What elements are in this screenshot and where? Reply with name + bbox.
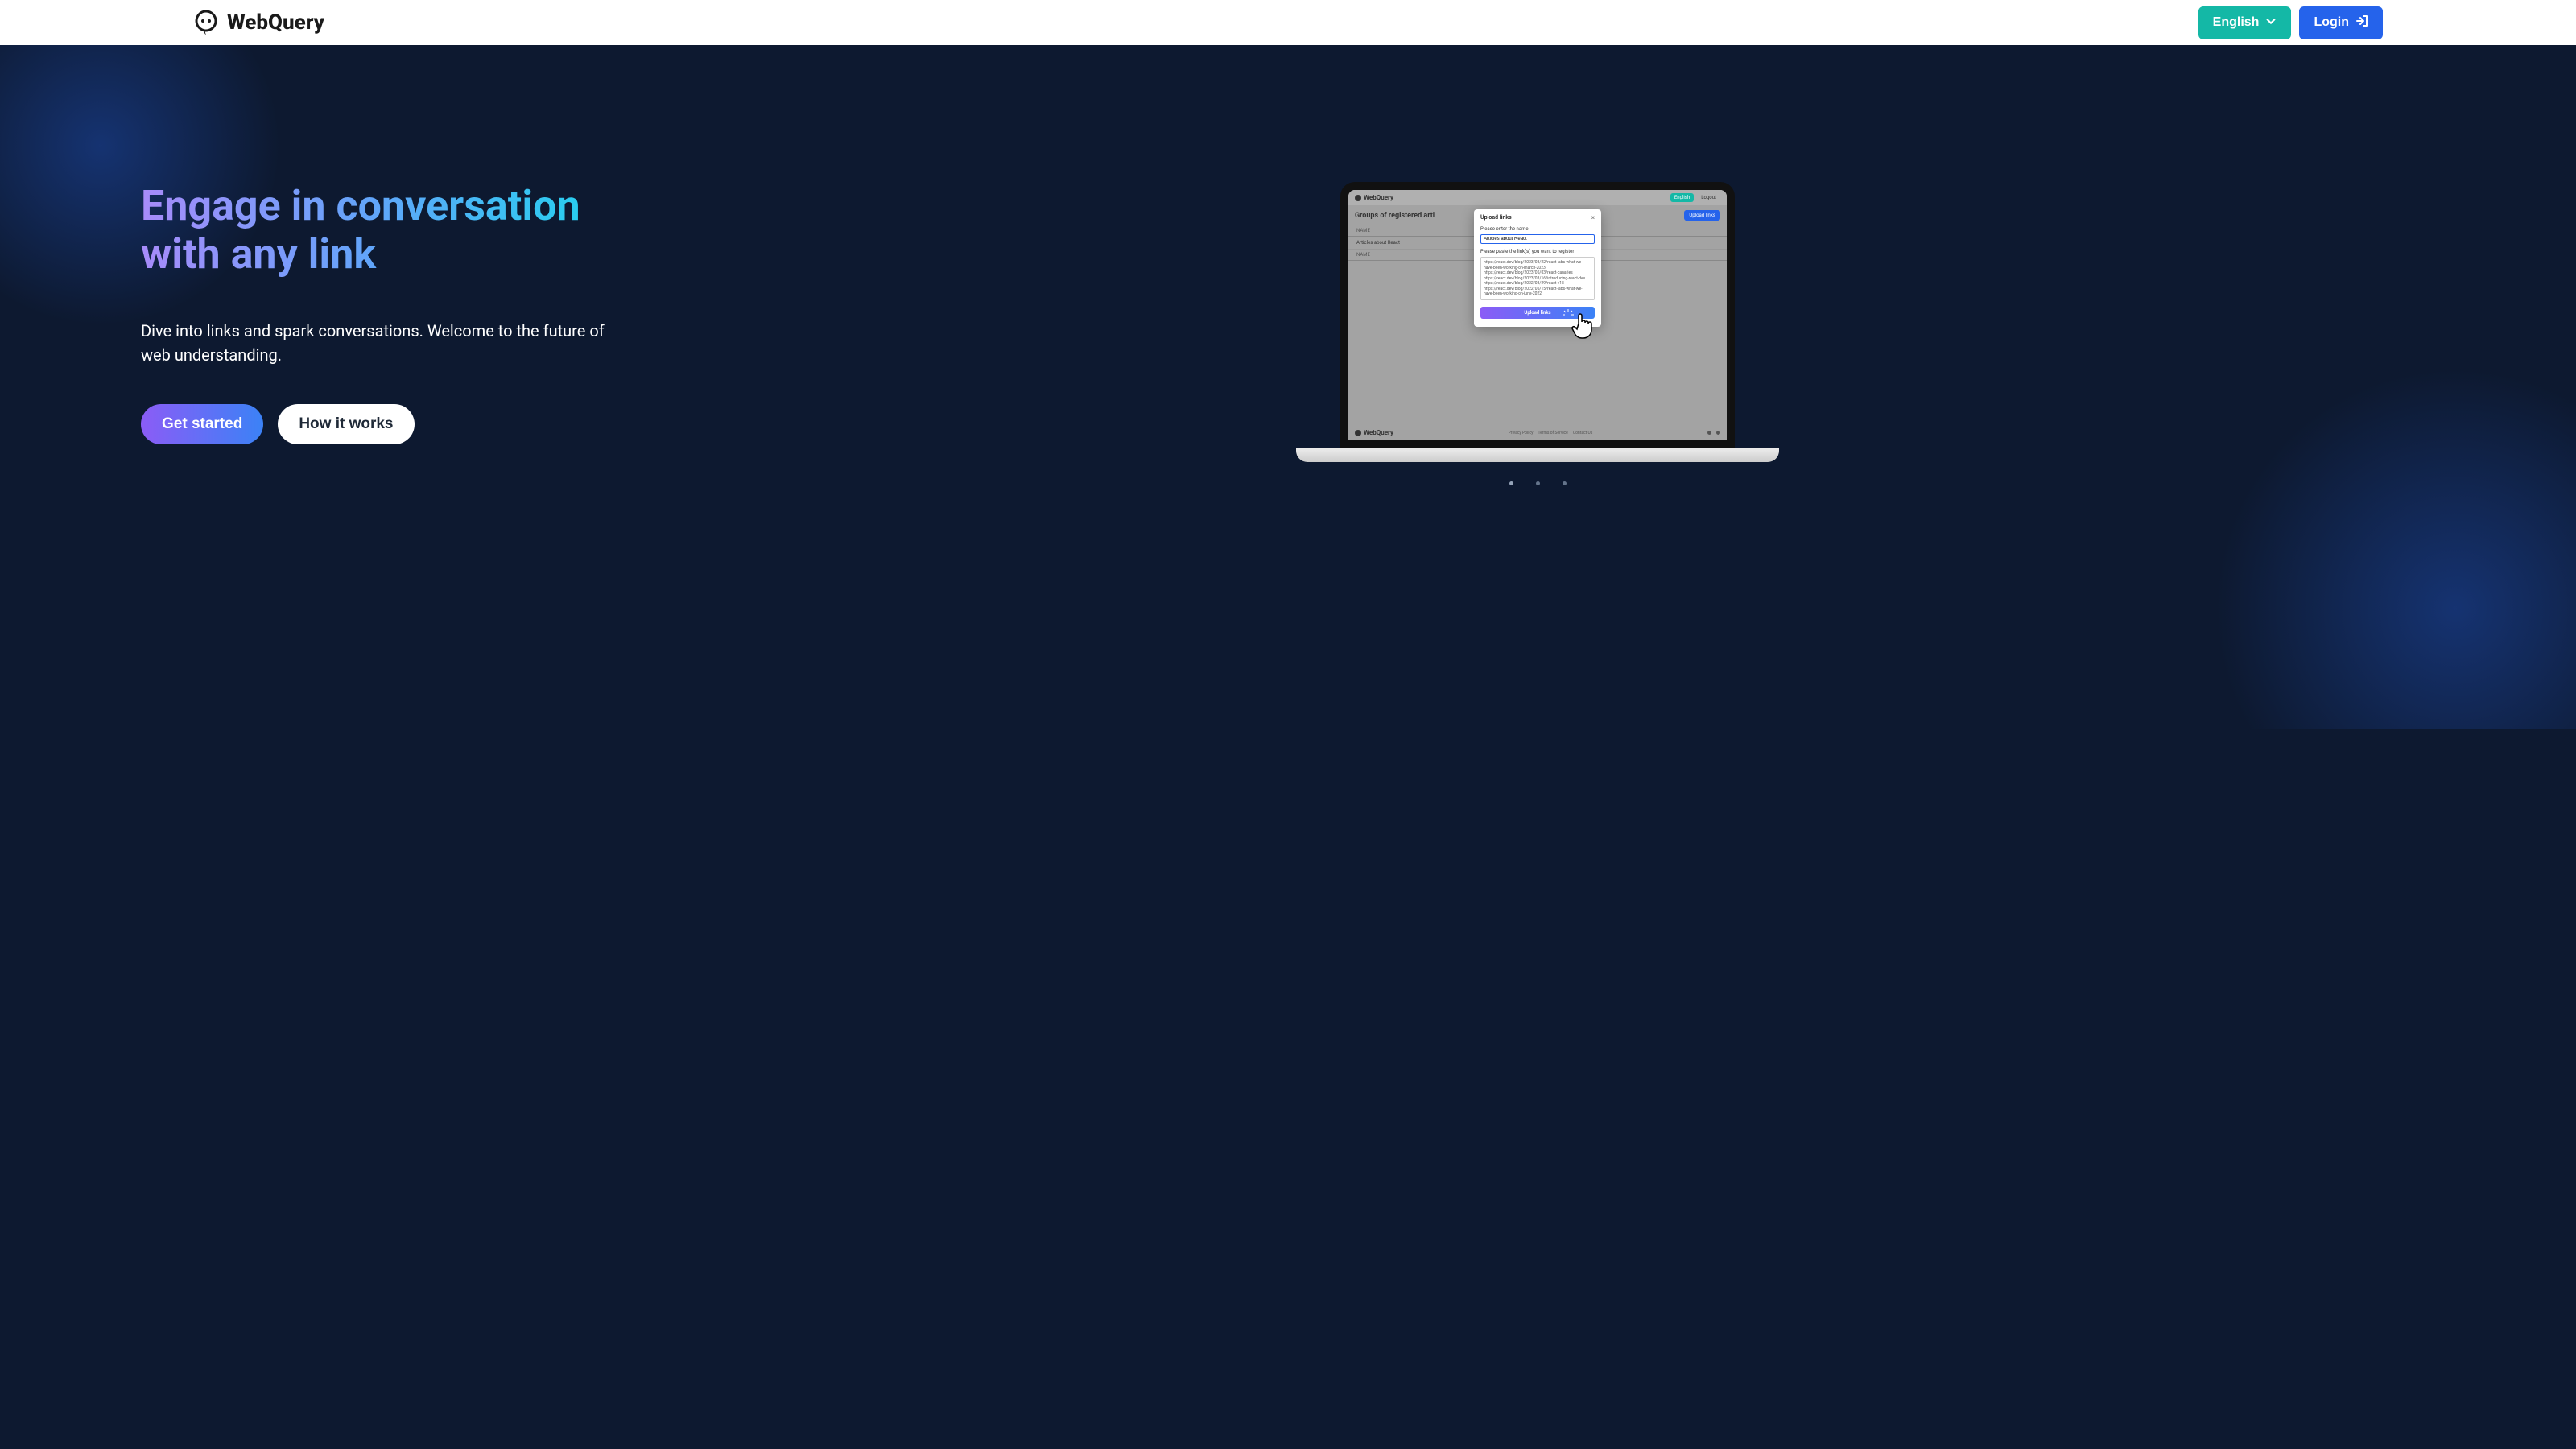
chat-bubble-icon [1355,430,1361,436]
site-header: WebQuery English Login [0,0,2576,45]
close-icon: × [1591,214,1595,221]
contact-link: Contact Us [1573,431,1593,436]
carousel-dot-3[interactable] [1563,481,1567,485]
app-preview-header: WebQuery English Logout [1348,190,1727,205]
hero-title-line2: with any link [141,229,376,279]
hero-title: Engage in conversation with any link [141,182,608,279]
app-preview-brand: WebQuery [1364,194,1393,201]
header-actions: English Login [2198,6,2383,39]
login-button[interactable]: Login [2299,6,2383,39]
social-icon [1716,431,1720,435]
chat-bubble-icon [1355,195,1361,201]
hero-text-column: Engage in conversation with any link Div… [141,182,608,485]
app-preview-logo: WebQuery [1355,194,1393,201]
app-preview-upload-button: Upload links [1684,210,1720,221]
language-selector[interactable]: English [2198,6,2292,39]
carousel-dot-1[interactable] [1509,481,1513,485]
modal-name-input [1480,234,1595,244]
upload-links-modal: Upload links × Please enter the name Ple… [1474,209,1601,327]
modal-submit-button: Upload links [1480,307,1595,319]
hero-subtitle: Dive into links and spark conversations.… [141,319,608,367]
modal-name-label: Please enter the name [1480,226,1595,232]
hero-content: Engage in conversation with any link Div… [0,45,2576,485]
chat-bubble-icon [193,10,219,35]
brand-name: WebQuery [227,10,324,35]
modal-header: Upload links × [1480,214,1595,221]
cursor-hand-icon [1567,309,1600,341]
app-preview-header-actions: English Logout [1670,193,1720,202]
login-icon [2355,14,2368,31]
brand-logo[interactable]: WebQuery [193,10,324,35]
app-preview-footer: WebQuery Privacy Policy Terms of Service… [1348,426,1727,440]
how-it-works-button[interactable]: How it works [278,404,414,444]
app-preview-language: English [1670,193,1694,202]
laptop-mockup: WebQuery English Logout Groups of regist… [1296,182,1779,462]
privacy-link: Privacy Policy [1509,431,1534,436]
language-label: English [2213,15,2260,30]
hero-title-line1: Engage in conversation [141,181,580,230]
carousel-dots [1509,481,1567,485]
hero-image-column: WebQuery English Logout Groups of regist… [640,182,2435,485]
app-preview: WebQuery English Logout Groups of regist… [1348,190,1727,440]
app-preview-footer-logo: WebQuery [1355,429,1393,436]
modal-links-textarea: https://react.dev/blog/2023/03/22/react-… [1480,257,1595,300]
app-preview-logout: Logout [1697,193,1720,202]
login-label: Login [2314,15,2349,30]
app-preview-footer-links: Privacy Policy Terms of Service Contact … [1509,431,1593,436]
modal-submit-label: Upload links [1524,310,1550,316]
chevron-down-icon [2265,15,2277,31]
hero-section: Engage in conversation with any link Div… [0,45,2576,729]
laptop-screen: WebQuery English Logout Groups of regist… [1340,182,1735,448]
hero-cta-row: Get started How it works [141,404,608,444]
modal-title: Upload links [1480,214,1512,221]
get-started-button[interactable]: Get started [141,404,263,444]
twitter-icon [1707,431,1711,435]
terms-link: Terms of Service [1538,431,1567,436]
app-preview-social [1707,431,1720,435]
app-preview-section-title: Groups of registered arti [1355,212,1435,220]
app-preview-footer-brand: WebQuery [1364,429,1393,436]
laptop-base [1296,448,1779,462]
carousel-dot-2[interactable] [1536,481,1540,485]
modal-links-label: Please paste the link(s) you want to reg… [1480,249,1595,254]
